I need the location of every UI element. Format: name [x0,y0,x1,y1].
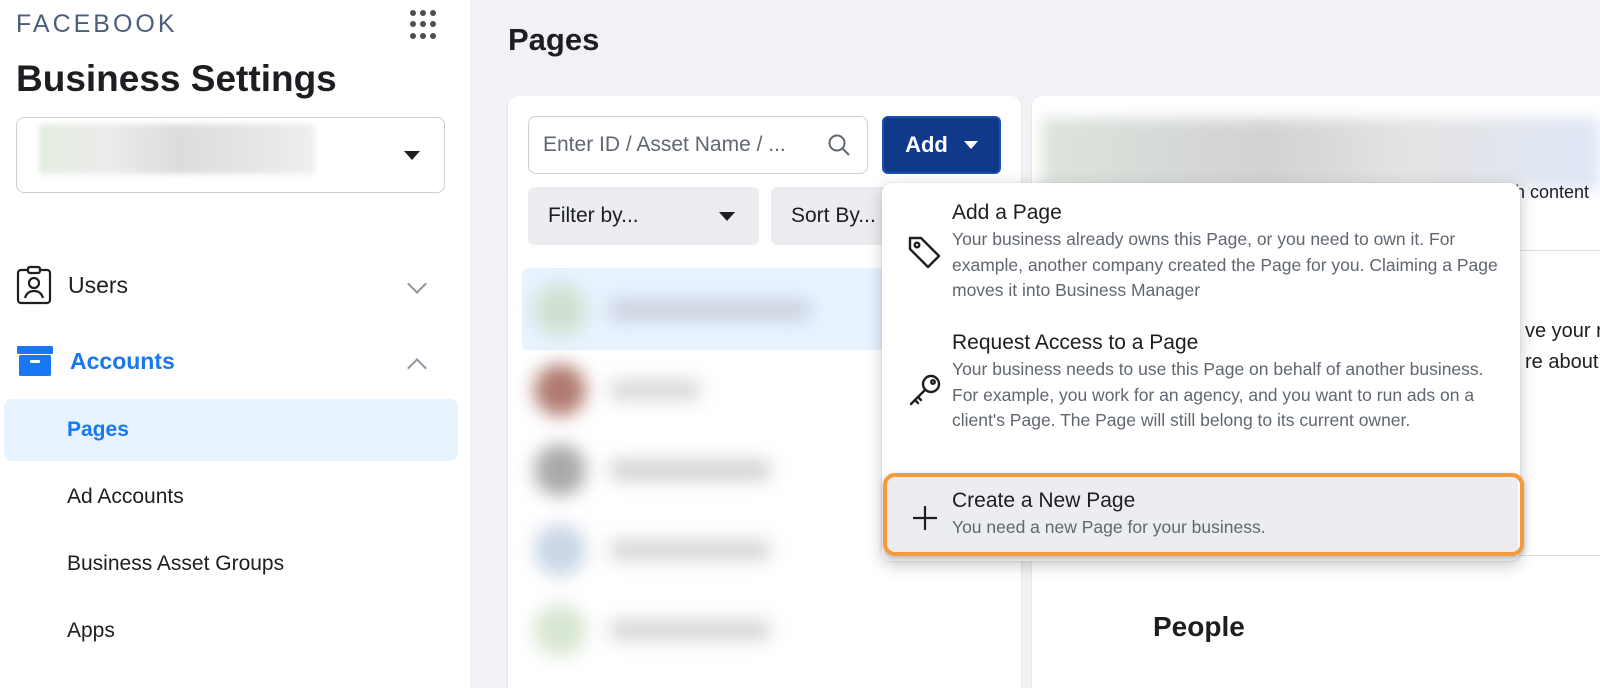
add-button[interactable]: Add [882,116,1001,174]
sidebar-item-business-asset-groups[interactable]: Business Asset Groups [4,533,458,595]
menu-item-title: Add a Page [952,201,1062,224]
search-field[interactable] [528,116,868,174]
facebook-logo[interactable]: FACEBOOK [16,10,178,39]
highlight-outline [883,473,1524,556]
add-button-label: Add [905,132,948,157]
menu-item-title: Request Access to a Page [952,331,1199,354]
chevron-down-icon[interactable] [407,274,427,294]
blurred-business-name [39,124,315,174]
page-title: Pages [508,22,600,57]
list-item[interactable] [528,520,834,580]
sidebar: FACEBOOK Business Settings Users Account… [0,0,470,688]
sidebar-item-apps[interactable]: Apps [4,600,458,662]
key-icon [909,374,941,406]
list-item[interactable] [528,440,834,500]
sort-by-label: Sort By... [791,204,876,227]
detail-text-fragment: ve your n [1525,320,1600,342]
detail-text-fragment: re about [1525,351,1599,373]
detail-text-fragment: h content [1515,182,1590,202]
blurred-page-banner [1042,118,1600,190]
sidebar-item-pages[interactable]: Pages [4,399,458,461]
menu-item-add-a-page[interactable]: Add a Page Your business already owns th… [882,197,1520,315]
menu-item-request-access[interactable]: Request Access to a Page Your business n… [882,327,1520,477]
business-settings-title: Business Settings [16,58,337,99]
blurred-page-list [528,280,834,680]
list-item[interactable] [528,360,834,420]
apps-grid-icon[interactable] [410,10,440,40]
filter-by-label: Filter by... [548,204,639,227]
list-item[interactable] [528,280,834,340]
nav-accounts-label: Accounts [70,347,175,374]
tag-icon [908,236,941,269]
business-account-selector[interactable] [16,117,445,193]
sidebar-item-ad-accounts[interactable]: Ad Accounts [4,466,458,528]
caret-down-icon [963,141,978,149]
nav-users[interactable]: Users [16,265,128,305]
nav-users-label: Users [68,271,129,298]
list-item[interactable] [528,600,834,660]
filter-by-dropdown[interactable]: Filter by... [528,187,759,245]
menu-item-description: Your business already owns this Page, or… [952,229,1498,300]
users-icon [16,265,52,305]
briefcase-icon [17,346,53,376]
nav-accounts[interactable]: Accounts [16,344,175,378]
caret-down-icon [404,151,420,160]
caret-down-icon [719,212,735,221]
people-heading: People [1153,611,1245,642]
search-icon[interactable] [827,133,851,157]
chevron-up-icon[interactable] [407,358,427,378]
menu-item-description: Your business needs to use this Page on … [952,359,1484,430]
search-input[interactable] [543,129,813,161]
